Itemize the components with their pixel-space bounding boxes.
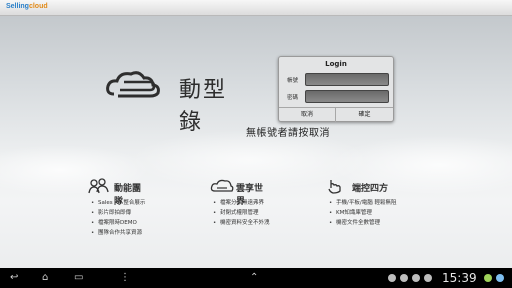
team-icon: [88, 178, 109, 194]
up-icon[interactable]: ⌃: [250, 272, 258, 284]
feature-item: 機密資料安全不外洩: [210, 218, 270, 228]
login-title: Login: [325, 60, 347, 68]
login-dialog: Login 帳號 密碼 取消 確定: [278, 56, 394, 122]
app-logo: 動型錄: [104, 68, 244, 135]
brand-text-2: cloud: [28, 3, 48, 10]
cloud-clip-icon: [106, 71, 160, 98]
menu-icon[interactable]: ⋮: [120, 272, 130, 284]
feature-item: 封閉式權限管理: [210, 208, 270, 218]
feature-item: 影片即拍即傳: [88, 208, 145, 218]
feature-item: KM知識庫管理: [326, 208, 396, 218]
notification-icon: [412, 274, 420, 282]
no-account-hint: 無帳號者請按取消: [246, 128, 330, 139]
system-navigation-bar: ↩ ⌂ ▭ ⌃ ⋮ 15:39: [0, 268, 512, 288]
notification-icon: [388, 274, 396, 282]
password-row: 密碼: [287, 90, 389, 103]
notification-icon: [424, 274, 432, 282]
app-title-bar: Sellingcloud: [0, 0, 512, 16]
logo-title: 動型錄: [179, 78, 228, 135]
brand-text-1: Selling: [6, 3, 29, 10]
feature-item: 手機/平板/電腦 輕鬆無阻: [326, 198, 396, 208]
password-input[interactable]: [305, 90, 389, 103]
feature-item: 檔案分享無遠弗界: [210, 198, 270, 208]
confirm-button[interactable]: 確定: [336, 108, 393, 122]
account-label: 帳號: [287, 78, 299, 84]
cloud-icon: [210, 179, 234, 192]
battery-icon: [496, 274, 504, 282]
feature-item: 檔案限時DEMO: [88, 218, 145, 228]
feature-control: 端控四方 手機/平板/電腦 輕鬆無阻 KM知識庫管理 機密文件全數管理: [326, 178, 396, 228]
recent-apps-icon[interactable]: ▭: [74, 272, 83, 284]
feature-item: 團隊合作共享資源: [88, 228, 145, 238]
feature-item: Sales Kit 整合展示: [88, 198, 145, 208]
login-buttons: 取消 確定: [279, 107, 393, 122]
home-icon[interactable]: ⌂: [42, 272, 48, 284]
password-label: 密碼: [287, 95, 299, 101]
account-row: 帳號: [287, 73, 389, 86]
feature-cloud: 雲享世界 檔案分享無遠弗界 封閉式權限管理 機密資料安全不外洩: [210, 178, 270, 228]
feature-title: 端控四方: [352, 184, 389, 194]
cancel-button[interactable]: 取消: [279, 108, 336, 122]
wifi-icon: [484, 274, 492, 282]
feature-item: 機密文件全數管理: [326, 218, 396, 228]
hand-pointer-icon: [328, 180, 341, 194]
brand-logo: Sellingcloud: [6, 3, 48, 10]
feature-team: 動能團隊 Sales Kit 整合展示 影片即拍即傳 檔案限時DEMO 團隊合作…: [88, 178, 145, 238]
account-input[interactable]: [305, 73, 389, 86]
notification-icon: [400, 274, 408, 282]
status-clock: 15:39: [442, 271, 477, 285]
back-icon[interactable]: ↩: [10, 272, 18, 284]
